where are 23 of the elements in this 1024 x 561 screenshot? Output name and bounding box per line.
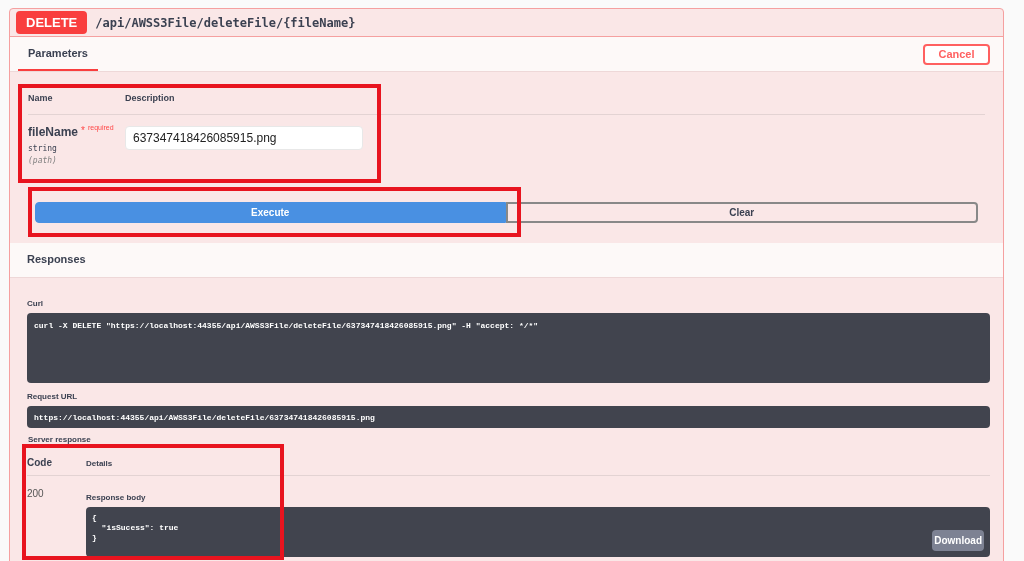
curl-command: curl -X DELETE "https://localhost:44355/api/AWSS3File/deleteFile/637347418426085915.png" -H "accept: */*" <box>27 312 990 383</box>
parameter-location: (path) <box>28 154 58 167</box>
responses-heading: Responses <box>27 252 86 268</box>
parameter-name: fileName <box>28 123 79 141</box>
column-header: Name <box>28 92 54 105</box>
column-header: Details <box>86 457 113 470</box>
endpoint-path: /api/AWSS3File/deleteFile/{fileName} <box>95 14 356 32</box>
clear-button[interactable]: Clear <box>505 201 978 223</box>
method-badge: DELETE <box>16 10 88 35</box>
server-response-label: Server response <box>28 433 92 446</box>
required-asterisk: * <box>81 123 85 138</box>
request-url-label: Request URL <box>27 390 79 403</box>
parameter-type: string <box>28 142 58 155</box>
response-body-label: Response body <box>86 491 147 504</box>
request-url: https://localhost:44355/api/AWSS3File/deleteFile/637347418426085915.png <box>27 405 990 428</box>
response-body: { "isSucess": true } <box>92 512 179 544</box>
response-code: 200 <box>27 486 45 501</box>
column-header: Code <box>27 455 53 470</box>
filename-input[interactable]: 637347418426085915.png <box>125 125 363 150</box>
download-button[interactable]: Download <box>932 529 984 551</box>
column-header: Description <box>125 92 175 105</box>
curl-label: Curl <box>27 297 44 310</box>
parameters-tab[interactable]: Parameters <box>18 37 98 71</box>
